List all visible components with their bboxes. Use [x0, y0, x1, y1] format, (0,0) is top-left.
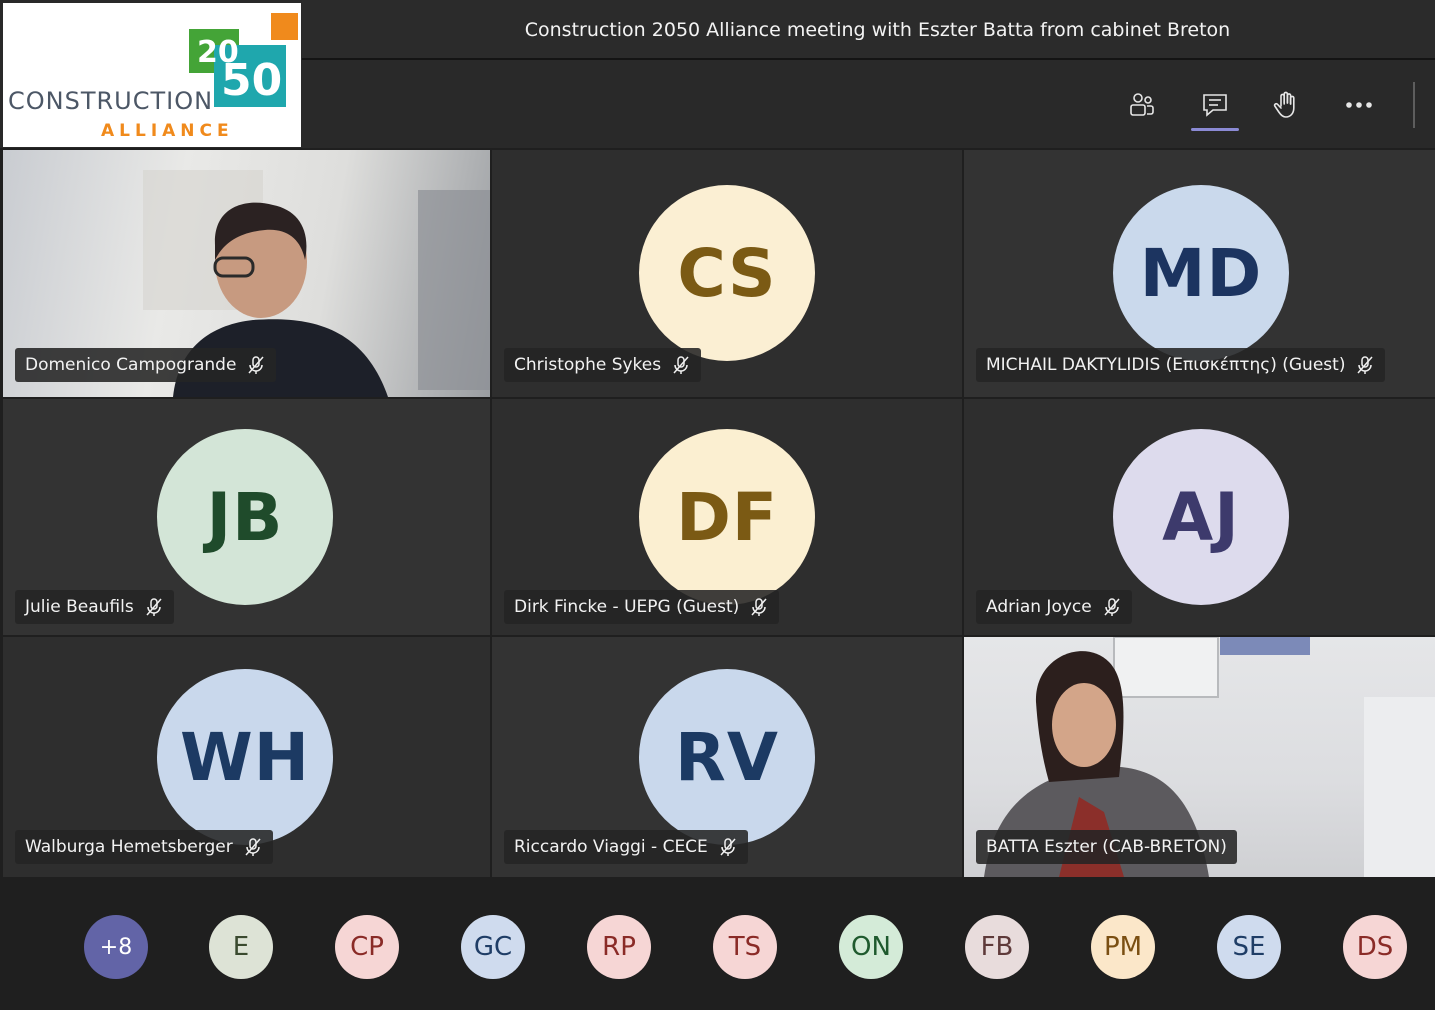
- chat-active-indicator: [1191, 128, 1239, 131]
- participant-avatar: AJ: [1113, 429, 1289, 605]
- participant-tile[interactable]: AJ Adrian Joyce: [964, 399, 1435, 635]
- participant-name-tag: Christophe Sykes: [504, 348, 702, 382]
- participant-avatar: CS: [639, 185, 815, 361]
- participant-name: MICHAIL DAKTYLIDIS (Επισκέπτης) (Guest): [986, 355, 1346, 375]
- raise-hand-icon: [1273, 91, 1295, 118]
- participant-avatar-small[interactable]: PM: [1091, 915, 1155, 979]
- participant-name-tag: Walburga Hemetsberger: [15, 830, 273, 864]
- title-bar: Construction 2050 Alliance meeting with …: [302, 0, 1435, 60]
- participant-avatar-small[interactable]: GC: [461, 915, 525, 979]
- mic-muted-icon: [1104, 598, 1120, 616]
- logo-number-bottom: 50: [221, 55, 283, 106]
- participant-tile[interactable]: Domenico Campogrande: [3, 150, 490, 397]
- participant-name-tag: Riccardo Viaggi - CECE: [504, 830, 748, 864]
- participants-button[interactable]: [1115, 80, 1169, 130]
- mic-muted-icon: [720, 838, 736, 856]
- mic-muted-icon: [245, 838, 261, 856]
- participant-avatar-small[interactable]: DS: [1343, 915, 1407, 979]
- participant-tile[interactable]: MD MICHAIL DAKTYLIDIS (Επισκέπτης) (Gues…: [964, 150, 1435, 397]
- more-options-icon: [1346, 102, 1372, 108]
- participant-name: Julie Beaufils: [25, 597, 134, 617]
- participant-name: Domenico Campogrande: [25, 355, 237, 375]
- participant-name-tag: BATTA Eszter (CAB-BRETON): [976, 830, 1237, 864]
- logo-word-construction: CONSTRUCTION: [8, 87, 214, 115]
- participant-tile[interactable]: DF Dirk Fincke - UEPG (Guest): [492, 399, 962, 635]
- participant-avatar: JB: [157, 429, 333, 605]
- participant-name-tag: Adrian Joyce: [976, 590, 1132, 624]
- chat-icon: [1203, 94, 1227, 117]
- participant-avatar-small[interactable]: ON: [839, 915, 903, 979]
- participant-name: Walburga Hemetsberger: [25, 837, 233, 857]
- participant-avatar: DF: [639, 429, 815, 605]
- mic-muted-icon: [751, 598, 767, 616]
- participant-name-tag: Dirk Fincke - UEPG (Guest): [504, 590, 780, 624]
- more-options-button[interactable]: [1332, 80, 1386, 130]
- participant-name-tag: Domenico Campogrande: [15, 348, 277, 382]
- participants-icon: [1130, 93, 1154, 116]
- construction-2050-alliance-logo: 20 50 CONSTRUCTION ALLIANCE: [3, 3, 301, 147]
- participant-name: BATTA Eszter (CAB-BRETON): [986, 837, 1227, 857]
- meeting-title: Construction 2050 Alliance meeting with …: [524, 19, 1231, 41]
- toolbar-divider: [1413, 82, 1415, 128]
- participant-name-tag: Julie Beaufils: [15, 590, 174, 624]
- participant-name-tag: MICHAIL DAKTYLIDIS (Επισκέπτης) (Guest): [976, 348, 1386, 382]
- participant-avatar: WH: [157, 669, 333, 845]
- participant-tile[interactable]: RV Riccardo Viaggi - CECE: [492, 637, 962, 877]
- mic-muted-icon: [146, 598, 162, 616]
- participant-name: Dirk Fincke - UEPG (Guest): [514, 597, 740, 617]
- participant-tile[interactable]: JB Julie Beaufils: [3, 399, 490, 635]
- participant-tile[interactable]: WH Walburga Hemetsberger: [3, 637, 490, 877]
- chat-button[interactable]: [1188, 80, 1242, 130]
- participant-avatar-small[interactable]: TS: [713, 915, 777, 979]
- mic-muted-icon: [248, 356, 264, 374]
- participant-avatar-small[interactable]: FB: [965, 915, 1029, 979]
- logo-word-alliance: ALLIANCE: [101, 121, 234, 141]
- logo-orange-square: [271, 13, 298, 40]
- participant-name: Adrian Joyce: [986, 597, 1092, 617]
- participant-name: Christophe Sykes: [514, 355, 662, 375]
- participant-avatar-small[interactable]: RP: [587, 915, 651, 979]
- participant-avatar: RV: [639, 669, 815, 845]
- participant-tile[interactable]: BATTA Eszter (CAB-BRETON): [964, 637, 1435, 877]
- mic-muted-icon: [673, 356, 689, 374]
- mic-muted-icon: [1357, 356, 1374, 374]
- participant-avatar-small[interactable]: E: [209, 915, 273, 979]
- participant-avatar-small[interactable]: CP: [335, 915, 399, 979]
- participant-tile[interactable]: CS Christophe Sykes: [492, 150, 962, 397]
- participant-avatar: MD: [1113, 185, 1289, 361]
- raise-hand-button[interactable]: [1259, 80, 1313, 130]
- participant-avatar-small[interactable]: SE: [1217, 915, 1281, 979]
- participant-name: Riccardo Viaggi - CECE: [514, 837, 708, 857]
- more-participants-button[interactable]: +8: [84, 915, 148, 979]
